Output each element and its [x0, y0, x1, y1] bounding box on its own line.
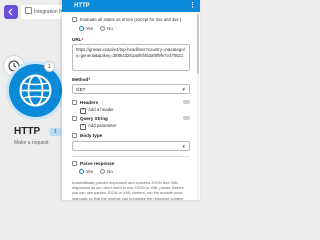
add-parameter-button[interactable]: + Add parameter — [72, 122, 190, 130]
module-number: 1 — [50, 128, 61, 136]
evaluate-states-checkbox[interactable] — [72, 17, 77, 22]
query-string-section: Query String + Add parameter — [72, 115, 190, 130]
scenario-icon — [25, 7, 32, 14]
plus-icon: + — [80, 108, 86, 114]
url-label: URL* — [72, 37, 84, 42]
body-type-section: Body type ▾ — [72, 132, 190, 151]
chevron-down-icon: ▾ — [182, 144, 185, 150]
module-run-badge[interactable]: 1 — [44, 61, 55, 72]
back-button[interactable] — [4, 5, 18, 19]
plus-icon: + — [80, 124, 86, 130]
evaluate-yes-radio[interactable] — [79, 26, 84, 31]
parse-response-checkbox[interactable] — [72, 160, 77, 166]
panel-header: HTTP ⋮ — [62, 0, 200, 12]
chevron-down-icon: ▾ — [182, 87, 185, 93]
body-type-label: Body type — [72, 132, 190, 139]
panel-scrollbar-thumb[interactable] — [197, 14, 199, 74]
panel-title: HTTP — [74, 3, 90, 9]
parse-response-label: Parse response — [72, 160, 190, 167]
url-value: https://gnews.io/api/v4/top-headlines?co… — [76, 47, 186, 58]
parse-response-options: Yes No — [79, 168, 190, 176]
parse-response-section: Parse response Yes No Automatically pars… — [72, 160, 190, 200]
evaluate-no-radio[interactable] — [100, 26, 106, 31]
scenario-canvas: Integration HTTP 1 HTTP 1 Make a request — [0, 0, 81, 200]
headers-label: Headers — [72, 99, 190, 106]
evaluate-yes-label: Yes — [86, 26, 94, 31]
body-type-checkbox[interactable] — [72, 133, 77, 138]
query-string-checkbox[interactable] — [72, 116, 77, 121]
required-marker: * — [88, 77, 91, 82]
module-subtitle: Make a request — [14, 140, 49, 146]
method-label: Method* — [72, 77, 91, 82]
query-string-label: Query String — [72, 115, 190, 122]
divider — [72, 156, 190, 157]
evaluate-states-label: Evaluate all states as errors (except fo… — [80, 17, 182, 22]
parse-yes-radio[interactable] — [79, 168, 84, 174]
arrow-left-icon — [8, 8, 13, 16]
method-value: GET — [76, 87, 86, 92]
headers-checkbox[interactable] — [72, 100, 77, 105]
parse-no-label: No — [107, 168, 113, 174]
body-type-select[interactable]: ▾ — [72, 141, 190, 151]
parse-yes-label: Yes — [86, 168, 94, 174]
parse-no-radio[interactable] — [100, 168, 106, 174]
globe-icon — [19, 74, 52, 107]
module-title: HTTP — [14, 126, 41, 137]
more-menu-icon[interactable]: ⋮ — [189, 0, 196, 12]
module-settings-panel: HTTP ⋮ Evaluate all states as errors (ex… — [62, 0, 200, 200]
add-header-button[interactable]: + Add a header — [72, 106, 190, 114]
query-map-toggle[interactable] — [183, 116, 190, 120]
evaluate-states-options: Yes No — [79, 26, 190, 33]
url-field[interactable]: https://gnews.io/api/v4/top-headlines?co… — [72, 44, 190, 71]
headers-map-toggle[interactable] — [183, 100, 190, 104]
method-select[interactable]: GET ▾ — [72, 84, 190, 94]
required-marker: * — [81, 37, 84, 42]
evaluate-no-label: No — [107, 26, 113, 31]
http-module[interactable] — [9, 64, 62, 117]
headers-section: Headers + Add a header — [72, 99, 190, 114]
evaluate-states-row: Evaluate all states as errors (except fo… — [72, 16, 190, 24]
parse-response-help: Automatically parses responses and conve… — [72, 179, 184, 200]
